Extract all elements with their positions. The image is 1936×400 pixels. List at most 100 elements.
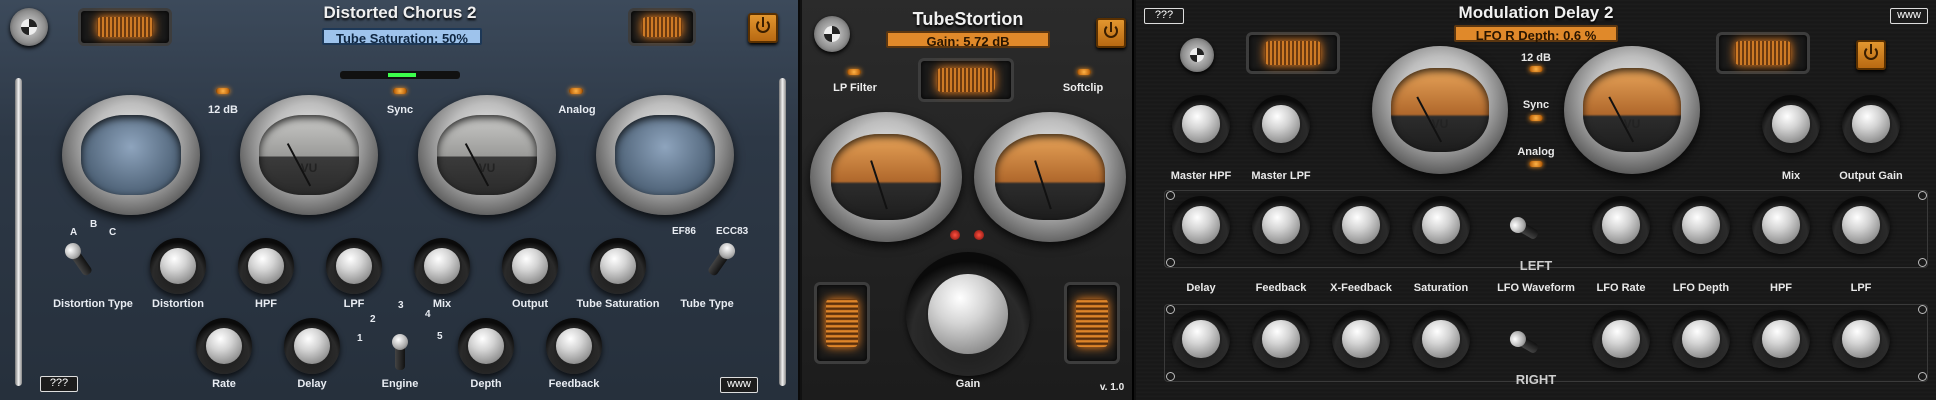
- engine-pos-4: 4: [425, 309, 431, 320]
- vu-meter-left: VU: [240, 95, 378, 215]
- led-softclip[interactable]: [1077, 69, 1091, 75]
- right-delay-knob[interactable]: [1172, 310, 1230, 368]
- tube-glow: [918, 58, 1014, 102]
- parameter-display: LFO R Depth: 0.6 %: [1454, 25, 1618, 43]
- label-saturation: Saturation: [1413, 282, 1469, 294]
- screw-icon: [1918, 372, 1927, 381]
- led-sync[interactable]: [393, 88, 407, 94]
- left-x-feedback-knob[interactable]: [1332, 196, 1390, 254]
- right-saturation-knob[interactable]: [1412, 310, 1470, 368]
- screw-icon: [1918, 305, 1927, 314]
- right-x-feedback-knob[interactable]: [1332, 310, 1390, 368]
- label-12db: 12 dB: [208, 104, 238, 116]
- label-engine: Engine: [381, 378, 419, 390]
- www-button[interactable]: www: [720, 377, 758, 393]
- clip-led-right: [974, 230, 984, 240]
- help-button[interactable]: ???: [1144, 8, 1184, 24]
- modulation-delay-panel: ??? www Modulation Delay 2 LFO R Depth: …: [1136, 0, 1936, 400]
- distorted-chorus-panel: Distorted Chorus 2 Tube Saturation: 50% …: [0, 0, 800, 400]
- power-button[interactable]: [1856, 40, 1886, 70]
- tubestortion-panel: TubeStortion Gain: 5.72 dB LP Filter Sof…: [802, 0, 1134, 400]
- engine-switch[interactable]: [392, 334, 408, 370]
- screw-icon: [1166, 258, 1175, 267]
- label-distortion: Distortion: [152, 298, 204, 310]
- parameter-display: Tube Saturation: 50%: [322, 28, 482, 46]
- help-button[interactable]: ???: [40, 376, 78, 392]
- left-lfo-depth-knob[interactable]: [1672, 196, 1730, 254]
- label-x-feedback: X-Feedback: [1330, 282, 1392, 294]
- left-rail: [15, 78, 22, 386]
- tube-glow-left: [1246, 32, 1340, 74]
- label-tube-saturation: Tube Saturation: [576, 298, 660, 310]
- right-feedback-knob[interactable]: [1252, 310, 1310, 368]
- label-feedback: Feedback: [1255, 282, 1307, 294]
- vu-label: VU: [478, 161, 496, 176]
- mix-knob[interactable]: [414, 238, 470, 294]
- left-section-label: LEFT: [1519, 258, 1553, 273]
- logo-icon: [1180, 38, 1214, 72]
- led-12db[interactable]: [216, 88, 230, 94]
- engine-pos-5: 5: [437, 331, 443, 342]
- label-lpf: LPF: [1850, 282, 1872, 294]
- label-12db: 12 dB: [1521, 52, 1551, 64]
- label-lfo-rate: LFO Rate: [1596, 282, 1646, 294]
- tube-glow-right: [1716, 32, 1810, 74]
- left-delay-knob[interactable]: [1172, 196, 1230, 254]
- led-lp-filter[interactable]: [847, 69, 861, 75]
- rate-knob[interactable]: [196, 318, 252, 374]
- left-saturation-knob[interactable]: [1412, 196, 1470, 254]
- led-analog[interactable]: [569, 88, 583, 94]
- label-master-lpf: Master LPF: [1251, 170, 1311, 182]
- vu-label: VU: [1431, 116, 1449, 131]
- label-hpf: HPF: [1770, 282, 1792, 294]
- master-hpf-knob[interactable]: [1172, 95, 1230, 153]
- distortion-type-switch[interactable]: [67, 246, 94, 277]
- led-analog[interactable]: [1529, 161, 1543, 167]
- label-lpf: LPF: [343, 298, 365, 310]
- lpf-knob[interactable]: [326, 238, 382, 294]
- left-lfo-rate-knob[interactable]: [1592, 196, 1650, 254]
- left-lpf-knob[interactable]: [1832, 196, 1890, 254]
- distortion-knob[interactable]: [150, 238, 206, 294]
- label-sync: Sync: [1522, 99, 1550, 111]
- switch-pos-b: B: [90, 219, 98, 230]
- master-lpf-knob[interactable]: [1252, 95, 1310, 153]
- gain-knob[interactable]: [906, 252, 1030, 376]
- depth-knob[interactable]: [458, 318, 514, 374]
- power-button[interactable]: [1096, 18, 1126, 48]
- plugin-title: TubeStortion: [912, 9, 1024, 29]
- label-depth: Depth: [470, 378, 502, 390]
- delay-knob[interactable]: [284, 318, 340, 374]
- mix-knob[interactable]: [1762, 95, 1820, 153]
- label-gain: Gain: [955, 378, 981, 390]
- output-knob[interactable]: [502, 238, 558, 294]
- right-lfo-rate-knob[interactable]: [1592, 310, 1650, 368]
- www-button[interactable]: www: [1890, 8, 1928, 24]
- vu-meter-left: [810, 112, 962, 242]
- output-gain-knob[interactable]: [1842, 95, 1900, 153]
- switch-pos-c: C: [109, 227, 117, 238]
- label-delay: Delay: [297, 378, 327, 390]
- right-lpf-knob[interactable]: [1832, 310, 1890, 368]
- led-sync[interactable]: [1529, 115, 1543, 121]
- feedback-knob[interactable]: [546, 318, 602, 374]
- right-hpf-knob[interactable]: [1752, 310, 1810, 368]
- power-button[interactable]: [748, 13, 778, 43]
- engine-pos-2: 2: [370, 314, 376, 325]
- vu-meter-right: VU: [418, 95, 556, 215]
- tube-glow-right: [628, 8, 696, 46]
- hpf-knob[interactable]: [238, 238, 294, 294]
- label-sync: Sync: [386, 104, 414, 116]
- right-section-label: RIGHT: [1515, 372, 1557, 387]
- tube-type-switch[interactable]: [706, 246, 733, 277]
- screw-icon: [1166, 372, 1175, 381]
- left-hpf-knob[interactable]: [1752, 196, 1810, 254]
- left-feedback-knob[interactable]: [1252, 196, 1310, 254]
- led-12db[interactable]: [1529, 66, 1543, 72]
- switch-pos-a: A: [70, 227, 78, 238]
- tube-glow-left: [78, 8, 172, 46]
- tube-saturation-knob[interactable]: [590, 238, 646, 294]
- plugin-title: Modulation Delay 2: [1458, 3, 1614, 22]
- label-lfo-depth: LFO Depth: [1672, 282, 1730, 294]
- right-lfo-depth-knob[interactable]: [1672, 310, 1730, 368]
